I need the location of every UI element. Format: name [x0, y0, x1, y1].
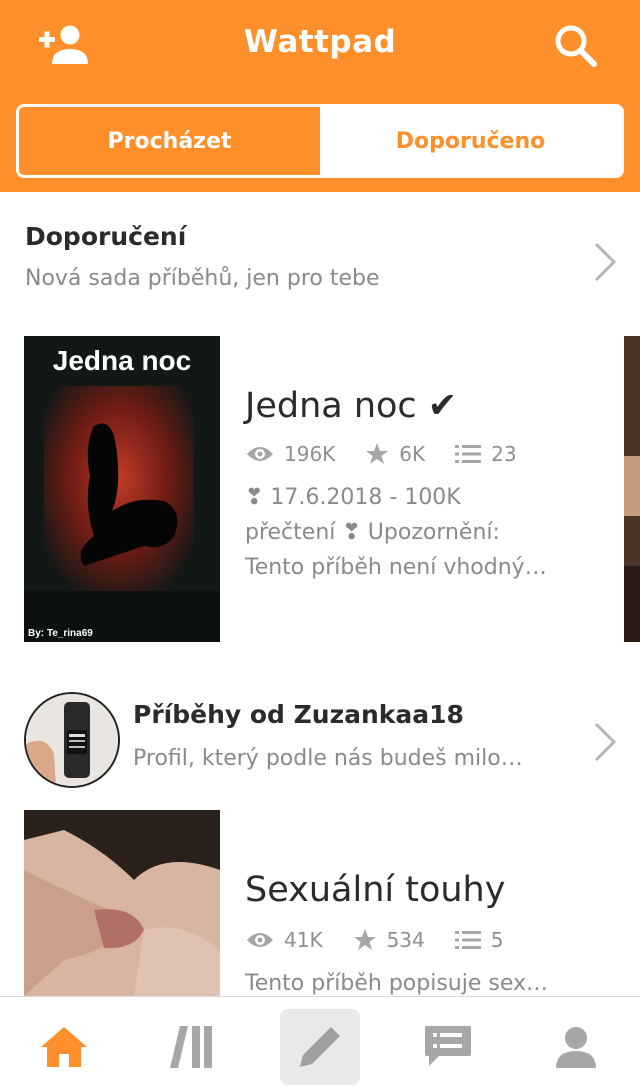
story-stats: 41K 534 5 [246, 928, 534, 952]
tab-recommended[interactable]: Doporučeno [320, 107, 621, 175]
nav-profile[interactable] [536, 1009, 616, 1085]
profile-section-subtitle: Profil, který podle nás budeš milo… [133, 746, 523, 771]
avatar[interactable] [24, 692, 120, 788]
search-icon [555, 25, 597, 67]
tab-browse[interactable]: Procházet [19, 107, 320, 175]
bottom-navigation [0, 996, 640, 1092]
star-icon [353, 929, 376, 950]
next-story-cover-peek[interactable] [624, 336, 640, 642]
story-title[interactable]: Sexuální touhy [245, 870, 505, 910]
cover-credit-text: By: Te_rina69 [28, 628, 93, 639]
cover-art [624, 336, 640, 642]
description-line: ❣ 17.6.2018 - 100K [245, 485, 461, 510]
profile-icon [556, 1027, 596, 1068]
nav-write[interactable] [280, 1009, 360, 1085]
browse-tabs: Procházet Doporučeno [16, 104, 624, 178]
reads-count: 196K [284, 442, 336, 466]
library-icon [170, 1026, 212, 1068]
story-stats: 196K 6K 23 [246, 442, 547, 466]
story-cover[interactable] [24, 810, 220, 996]
votes-count: 534 [386, 928, 425, 952]
chevron-right-icon[interactable] [592, 720, 620, 764]
avatar-image [26, 694, 118, 786]
parts-count: 23 [491, 442, 517, 466]
eye-icon [247, 933, 273, 947]
story-description: ❣ 17.6.2018 - 100K přečtení ❣ Upozornění… [245, 480, 585, 585]
nav-home[interactable] [24, 1009, 104, 1085]
recommendations-title[interactable]: Doporučení [25, 222, 186, 251]
parts-count: 5 [490, 928, 504, 952]
description-line: přečtení ❣ Upozornění: [245, 520, 500, 545]
app-title: Wattpad [243, 24, 397, 60]
cover-art: Jedna noc By: Te_rina69 [24, 336, 220, 642]
cover-art [24, 810, 220, 996]
recommendations-subtitle: Nová sada příběhů, jen pro tebe [25, 266, 380, 291]
reads-count: 41K [284, 928, 323, 952]
chevron-right-icon[interactable] [592, 240, 620, 284]
votes-count: 6K [399, 442, 426, 466]
home-icon [41, 1027, 87, 1067]
story-title[interactable]: Jedna noc ✔ [245, 386, 457, 426]
profile-section-title[interactable]: Příběhy od Zuzankaa18 [133, 700, 464, 729]
cover-title-text: Jedna noc [53, 345, 191, 376]
nav-messages[interactable] [408, 1009, 488, 1085]
write-icon [300, 1027, 340, 1067]
app-header: Wattpad Procházet Doporučeno [0, 0, 640, 192]
description-line: Tento příběh není vhodný… [245, 555, 547, 580]
messages-icon [425, 1026, 471, 1066]
story-cover[interactable]: Jedna noc By: Te_rina69 [24, 336, 220, 642]
parts-list-icon [454, 931, 481, 949]
search-button[interactable] [552, 22, 600, 68]
parts-list-icon [455, 445, 482, 463]
nav-library[interactable] [152, 1009, 232, 1085]
eye-icon [247, 447, 273, 461]
star-icon [366, 443, 389, 464]
